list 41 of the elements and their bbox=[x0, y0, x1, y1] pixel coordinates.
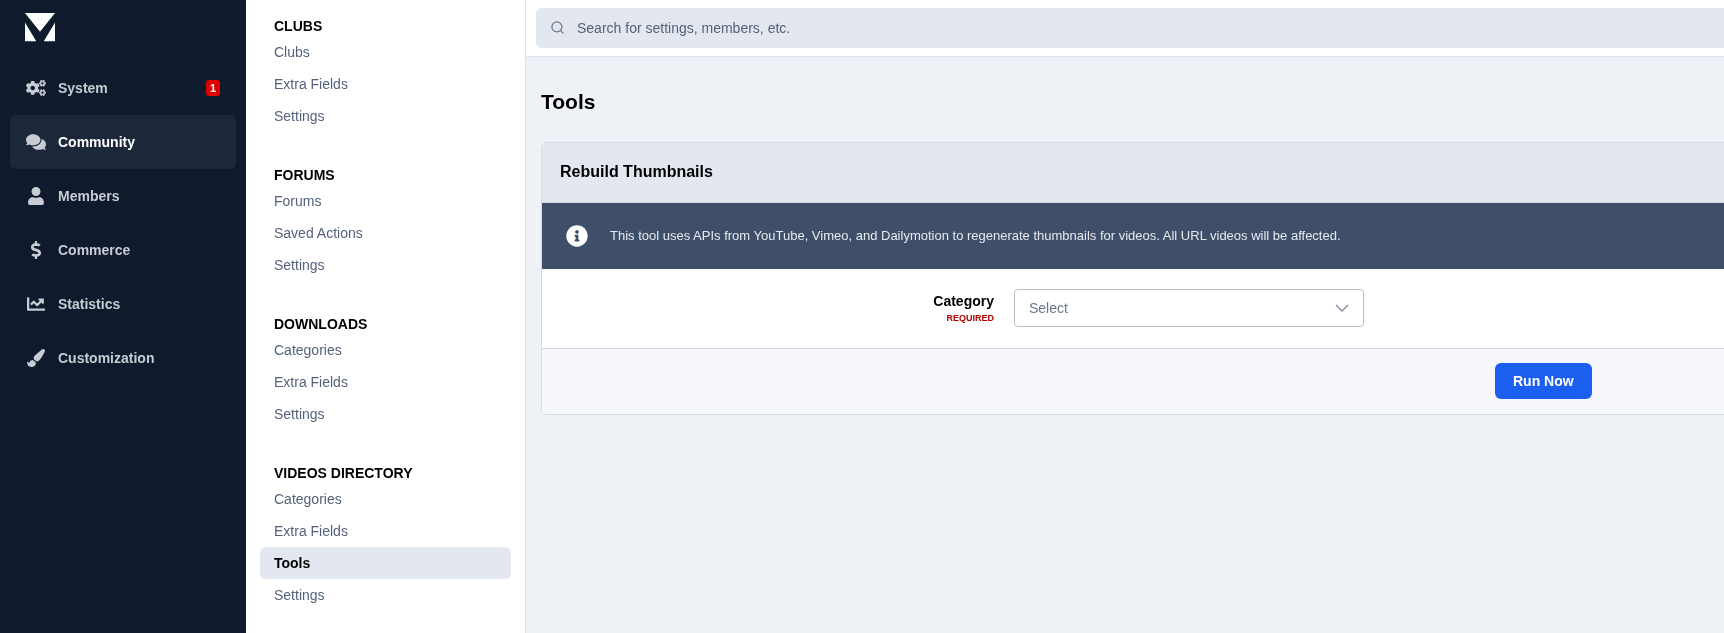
notification-badge: 1 bbox=[205, 80, 220, 96]
sub-nav-item[interactable]: Extra Fields bbox=[260, 68, 511, 100]
sub-nav-item[interactable]: Settings bbox=[260, 398, 511, 430]
paintbrush-icon bbox=[26, 349, 46, 367]
card-title: Rebuild Thumbnails bbox=[560, 162, 713, 182]
sub-nav-item[interactable]: Settings bbox=[260, 100, 511, 132]
section-heading: VIDEOS DIRECTORY bbox=[273, 464, 414, 483]
category-select[interactable]: Select bbox=[1014, 289, 1364, 327]
sub-nav-item[interactable]: Settings bbox=[260, 249, 511, 281]
sub-nav-item[interactable]: Forums bbox=[260, 185, 511, 217]
person-icon bbox=[26, 187, 46, 205]
section-heading: DOWNLOADS bbox=[273, 315, 369, 334]
nav-item[interactable]: System 1 bbox=[10, 61, 236, 115]
section-heading: CLUBS bbox=[273, 17, 324, 36]
line-chart-icon bbox=[26, 295, 46, 313]
gears-icon bbox=[26, 79, 46, 97]
search-icon bbox=[550, 20, 565, 35]
sub-nav-item[interactable]: Extra Fields bbox=[260, 366, 511, 398]
sub-nav-item[interactable]: Categories bbox=[260, 483, 511, 515]
sub-nav-item[interactable]: Settings bbox=[260, 579, 511, 611]
sub-nav-item[interactable]: Tools bbox=[260, 547, 511, 579]
sub-nav-item[interactable]: Saved Actions bbox=[260, 217, 511, 249]
search-field[interactable]: Search for settings, members, etc. bbox=[536, 8, 1724, 48]
page-title: Tools bbox=[541, 89, 597, 115]
sub-nav-item[interactable]: Clubs bbox=[260, 36, 511, 68]
nav-item[interactable]: Statistics bbox=[10, 277, 236, 331]
nav-item[interactable]: Community bbox=[10, 115, 236, 169]
chevron-down-icon bbox=[1335, 304, 1349, 312]
field-label: Category bbox=[933, 291, 994, 311]
required-label: REQUIRED bbox=[946, 311, 994, 325]
chat-bubbles-icon bbox=[26, 133, 46, 151]
run-now-button[interactable]: Run Now bbox=[1495, 363, 1592, 399]
sub-nav-item[interactable]: Categories bbox=[260, 334, 511, 366]
section-heading: FORUMS bbox=[273, 166, 336, 185]
nav-item[interactable]: Customization bbox=[10, 331, 236, 385]
info-icon bbox=[566, 224, 588, 247]
nav-item[interactable]: Members bbox=[10, 169, 236, 223]
info-text: This tool uses APIs from YouTube, Vimeo, and Dailymotion to regenerate thumbnails for videos. All URL videos will be affected. bbox=[610, 226, 1341, 245]
logo-icon bbox=[24, 13, 56, 43]
nav-item[interactable]: Commerce bbox=[10, 223, 236, 277]
sub-nav-item[interactable]: Extra Fields bbox=[260, 515, 511, 547]
